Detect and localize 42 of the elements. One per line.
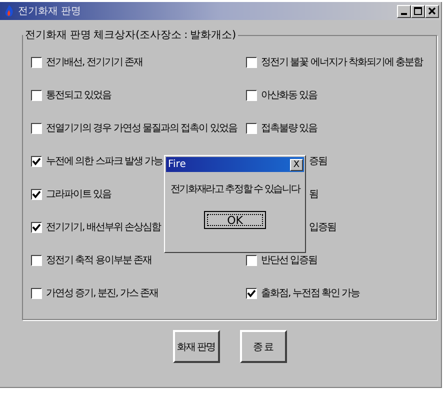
checkbox[interactable] (31, 122, 42, 134)
close-button[interactable] (425, 4, 439, 18)
checkbox-label: 통전되고 있었음 (46, 88, 112, 103)
dialog-close-button[interactable]: X (290, 158, 303, 170)
checkbox-label: 그라파이트 있음 (46, 188, 112, 202)
checkbox[interactable] (31, 254, 42, 266)
checkbox[interactable] (246, 56, 257, 68)
action-button[interactable]: 화재 판명 (172, 330, 220, 363)
checkbox-label: 입증됨 (309, 220, 336, 235)
checkbox-label: 출화점, 누전점 확인 가능 (261, 286, 360, 301)
group-title: 전기화재 판명 체크상자(조사장소 : 발화개소) (24, 28, 237, 43)
close-icon (428, 7, 436, 15)
checkbox-label: 정전기 축적 용이부분 존재 (46, 254, 152, 268)
action-button[interactable]: 종 료 (240, 330, 286, 363)
checkbox[interactable] (31, 90, 42, 101)
checkbox-label: 누전에 의한 스파크 발생 가능 (46, 154, 163, 169)
checkbox-label: 증됨 (309, 154, 327, 169)
checkbox-label: 접촉불량 있음 (261, 122, 318, 136)
checkbox[interactable] (31, 288, 42, 299)
maximize-button[interactable] (411, 4, 425, 18)
dialog-message: 전기화재라고 추정할 수 있습니다 (169, 183, 302, 197)
checkbox-label: 가연성 증기, 분진, 가스 존재 (46, 286, 158, 301)
checkbox[interactable] (31, 56, 42, 68)
ok-button[interactable]: OK (204, 211, 266, 229)
maximize-icon (414, 7, 422, 15)
dialog-title: Fire (168, 158, 186, 172)
checkbox[interactable] (246, 288, 257, 299)
checkbox-label: 됨 (309, 188, 318, 202)
checkbox-label: 정전기 불꽃 에너지가 착화되기에 충분함 (261, 56, 423, 70)
checkbox-label: 전기배선, 전기기기 존재 (46, 56, 143, 70)
checkbox-label: 반단선 입증됨 (261, 254, 318, 268)
minimize-button[interactable] (397, 4, 411, 18)
checkbox[interactable] (246, 254, 257, 266)
checkbox[interactable] (31, 222, 42, 233)
window-title: 전기화재 판명 (18, 5, 82, 18)
checkbox-label: 전열기기의 경우 가연성 물질과의 접촉이 있었음 (46, 122, 237, 136)
checkbox[interactable] (31, 156, 42, 167)
checkbox-label: 전기기기, 배선부위 손상심함 (46, 220, 161, 235)
checkbox-label: 아산화동 있음 (261, 88, 318, 103)
checkbox[interactable] (246, 90, 257, 101)
checkbox[interactable] (31, 188, 42, 200)
checkbox[interactable] (246, 122, 257, 134)
